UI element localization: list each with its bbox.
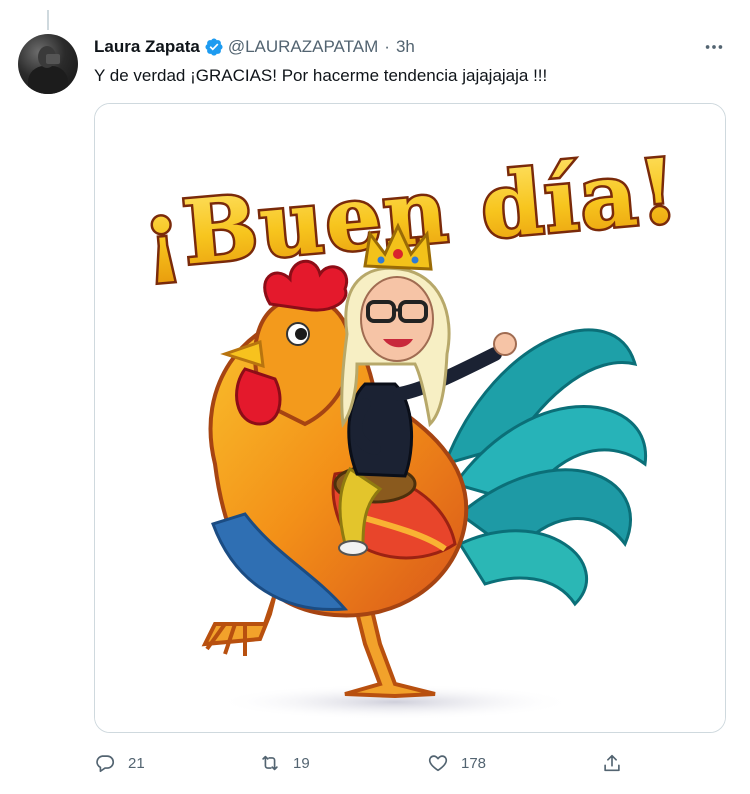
thread-connector-line bbox=[47, 10, 49, 30]
tweet-text: Y de verdad ¡GRACIAS! Por hacerme tenden… bbox=[94, 66, 548, 85]
retweet-button[interactable]: 19 bbox=[259, 748, 310, 778]
author-handle[interactable]: @LAURAZAPATAM bbox=[228, 37, 378, 57]
reply-count: 21 bbox=[128, 754, 145, 772]
tweet-timestamp[interactable]: 3h bbox=[396, 37, 415, 57]
verified-badge-icon bbox=[205, 38, 223, 56]
reply-button[interactable]: 21 bbox=[94, 748, 145, 778]
reply-icon bbox=[96, 755, 115, 773]
retweet-count: 19 bbox=[293, 754, 310, 772]
tweet-actions: 21 19 178 bbox=[94, 748, 634, 778]
buen-dia-rooster-illustration: ¡Buen día! bbox=[95, 104, 725, 732]
share-icon bbox=[604, 754, 620, 772]
share-button[interactable] bbox=[601, 748, 623, 778]
like-button[interactable]: 178 bbox=[427, 748, 486, 778]
like-count: 178 bbox=[461, 754, 487, 772]
author-name[interactable]: Laura Zapata bbox=[94, 37, 200, 57]
separator-dot: · bbox=[384, 37, 390, 56]
heart-icon bbox=[428, 755, 448, 772]
tweet-image[interactable]: ¡Buen día! bbox=[94, 103, 726, 733]
tweet[interactable]: Laura Zapata @LAURAZAPATAM · 3h Y de ver… bbox=[0, 0, 750, 794]
retweet-icon bbox=[262, 755, 278, 771]
more-options-button[interactable] bbox=[700, 36, 728, 58]
tweet-header: Laura Zapata @LAURAZAPATAM · 3h bbox=[94, 36, 415, 58]
more-options-icon bbox=[705, 45, 723, 49]
avatar[interactable] bbox=[18, 34, 78, 94]
